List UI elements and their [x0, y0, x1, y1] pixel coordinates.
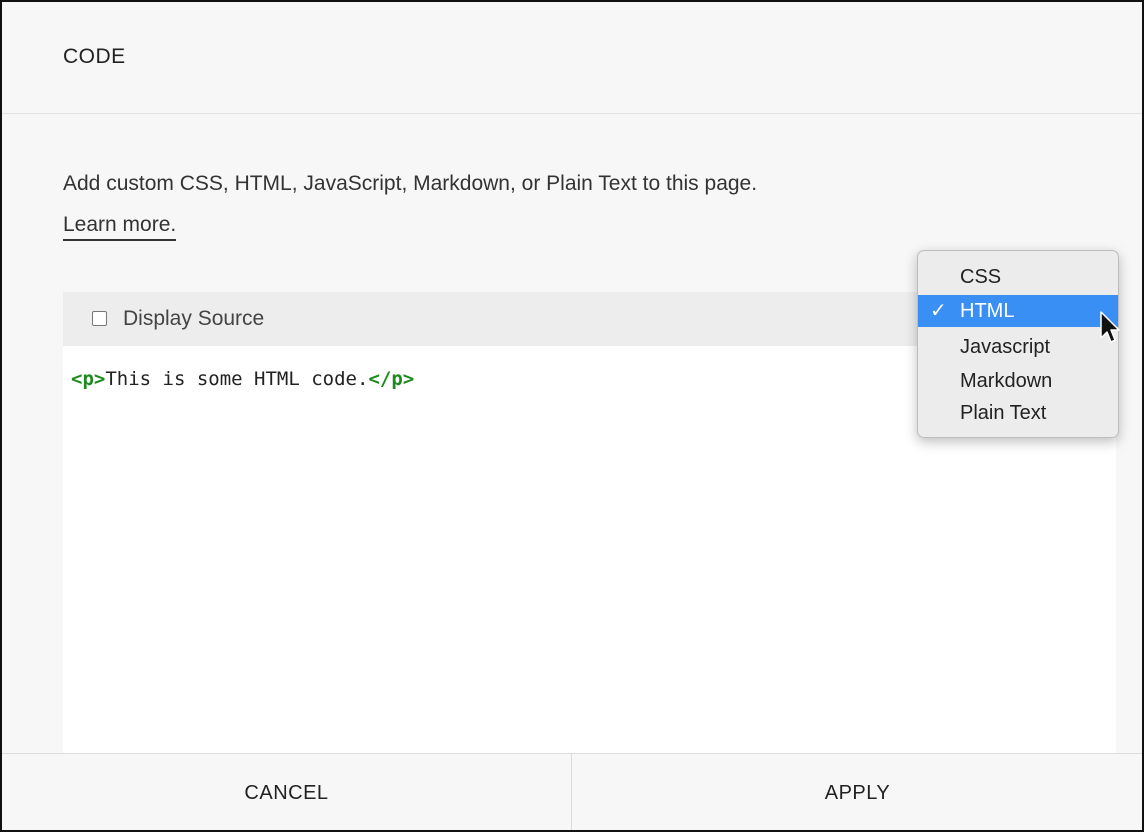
- code-close-tag: </p>: [368, 368, 415, 390]
- menu-item-plain-text[interactable]: Plain Text: [918, 397, 1118, 429]
- display-source-checkbox[interactable]: [92, 311, 107, 326]
- menu-item-label: Markdown: [960, 370, 1053, 392]
- code-open-tag: <p>: [71, 368, 106, 390]
- learn-more-link[interactable]: Learn more.: [63, 213, 177, 241]
- dialog-header: CODE: [2, 2, 1142, 114]
- language-dropdown-menu: CSS ✓ HTML Javascript Markdown Plain Text: [917, 250, 1119, 438]
- menu-item-label: Javascript: [960, 336, 1051, 358]
- description-text: Add custom CSS, HTML, JavaScript, Markdo…: [63, 172, 758, 195]
- dialog-footer: CANCEL APPLY: [2, 753, 1142, 830]
- menu-item-label: Plain Text: [960, 402, 1047, 424]
- menu-item-javascript[interactable]: Javascript: [918, 331, 1118, 363]
- checkmark-icon: ✓: [930, 300, 947, 322]
- menu-item-markdown[interactable]: Markdown: [918, 365, 1118, 397]
- menu-item-css[interactable]: CSS: [918, 261, 1118, 293]
- menu-item-html[interactable]: ✓ HTML: [918, 295, 1118, 327]
- menu-item-label: CSS: [960, 266, 1002, 288]
- code-line: <p>This is some HTML code.</p>: [71, 368, 414, 390]
- cancel-button[interactable]: CANCEL: [2, 754, 572, 830]
- mouse-pointer-icon: [1100, 311, 1120, 343]
- code-text: This is some HTML code.: [105, 368, 369, 390]
- menu-item-label: HTML: [960, 300, 1015, 322]
- dialog-title: CODE: [63, 45, 126, 68]
- display-source-label[interactable]: Display Source: [123, 307, 264, 331]
- apply-button[interactable]: APPLY: [573, 754, 1142, 830]
